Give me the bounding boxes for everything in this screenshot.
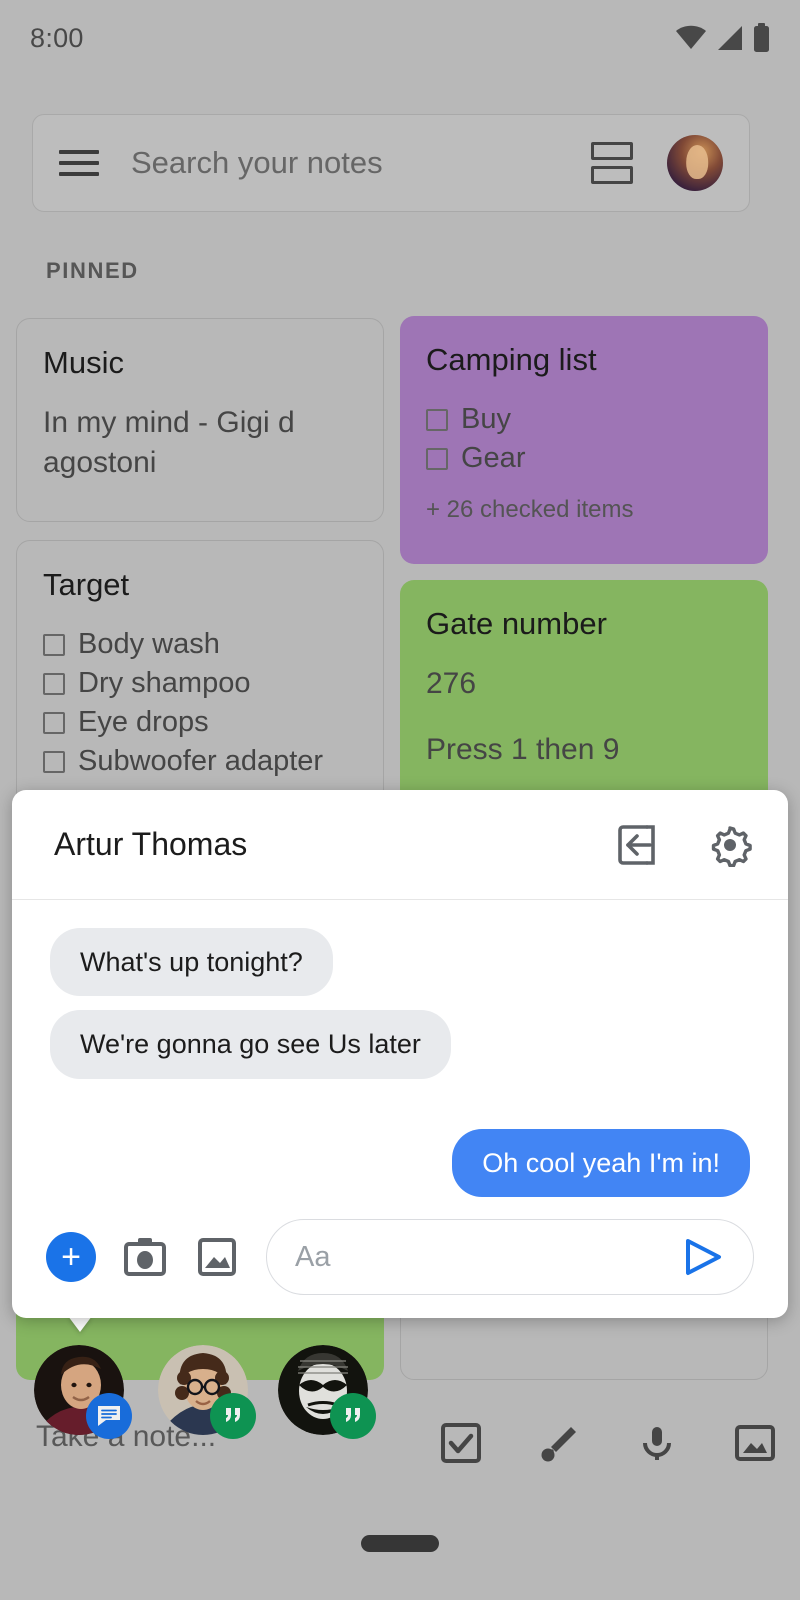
chat-message-list: What's up tonight? We're gonna go see Us… — [12, 900, 788, 1206]
message-bubble-incoming[interactable]: We're gonna go see Us later — [50, 1010, 451, 1079]
camera-icon[interactable] — [122, 1234, 168, 1280]
chat-header-actions — [616, 823, 752, 867]
message-bubble-outgoing[interactable]: Oh cool yeah I'm in! — [452, 1128, 750, 1198]
chat-overlay-panel: Artur Thomas What's up tonight? We're go… — [12, 790, 788, 1318]
message-bubble-incoming[interactable]: What's up tonight? — [50, 928, 333, 997]
chat-bubble-tail — [68, 1316, 92, 1332]
chat-header: Artur Thomas — [12, 790, 788, 900]
open-in-app-icon[interactable] — [616, 823, 660, 867]
add-attachment-button[interactable]: + — [46, 1232, 96, 1282]
gear-icon[interactable] — [708, 823, 752, 867]
chat-contact-name: Artur Thomas — [54, 826, 248, 862]
message-input-placeholder: Aa — [295, 1240, 331, 1273]
message-row: What's up tonight? — [50, 928, 750, 997]
message-input-field[interactable]: Aa — [266, 1219, 754, 1295]
phone-screen: 8:00 Search your notes PINNED Music In m… — [0, 0, 800, 1600]
chat-input-row: + Aa — [12, 1206, 788, 1318]
send-icon[interactable] — [679, 1234, 725, 1280]
gallery-icon[interactable] — [194, 1234, 240, 1280]
message-row: Oh cool yeah I'm in! — [50, 1128, 750, 1198]
message-row: We're gonna go see Us later — [50, 1010, 750, 1079]
